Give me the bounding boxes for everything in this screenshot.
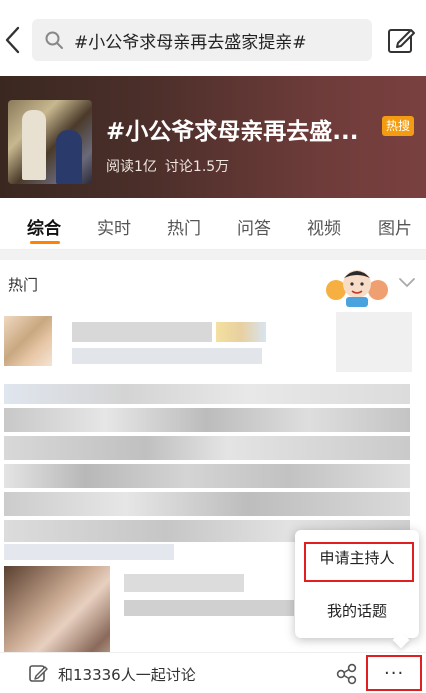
more-icon: ···	[384, 663, 405, 684]
discussion-count: 讨论1.5万	[164, 159, 230, 175]
share-icon[interactable]	[336, 663, 358, 689]
hot-search-badge: 热搜	[382, 116, 414, 136]
apply-host-menu-item[interactable]: 申请主持人	[295, 538, 419, 582]
tab-comprehensive[interactable]: 综合	[27, 214, 61, 239]
compose-prompt[interactable]: 和13336人一起讨论	[58, 664, 196, 685]
search-input[interactable]: #小公爷求母亲再去盛家提亲#	[32, 19, 372, 61]
search-query: #小公爷求母亲再去盛家提亲#	[74, 33, 307, 53]
active-tab-indicator	[30, 241, 60, 244]
my-topics-menu-item[interactable]: 我的话题	[295, 592, 419, 630]
more-button[interactable]: ···	[366, 655, 422, 691]
topic-header: #小公爷求母亲再去盛... 热搜 阅读1亿 讨论1.5万	[0, 76, 426, 198]
feed-card: 热门 申请主持人 我的话题	[0, 260, 426, 693]
more-menu-popup: 申请主持人 我的话题	[295, 530, 419, 649]
compose-icon[interactable]	[28, 663, 48, 687]
edit-icon[interactable]	[386, 25, 416, 55]
tab-images[interactable]: 图片	[378, 214, 412, 239]
chevron-down-icon[interactable]	[398, 274, 416, 293]
back-icon[interactable]	[2, 22, 26, 58]
topic-title: #小公爷求母亲再去盛...	[106, 119, 359, 145]
read-count: 阅读1亿	[106, 159, 157, 175]
tab-video[interactable]: 视频	[307, 214, 341, 239]
search-icon	[44, 30, 64, 54]
mascot-icon	[322, 264, 392, 308]
tab-hot[interactable]: 热门	[167, 214, 201, 239]
topic-stats: 阅读1亿 讨论1.5万	[106, 156, 229, 176]
tab-bar: 综合 实时 热门 问答 视频 图片	[0, 198, 426, 250]
top-bar: #小公爷求母亲再去盛家提亲#	[0, 0, 426, 76]
tab-qa[interactable]: 问答	[237, 214, 271, 239]
topic-thumbnail	[8, 100, 92, 184]
highlight-box	[304, 542, 414, 582]
section-label: 热门	[8, 276, 39, 294]
bottom-bar: 和13336人一起讨论 ···	[0, 652, 426, 693]
tab-realtime[interactable]: 实时	[97, 214, 131, 239]
